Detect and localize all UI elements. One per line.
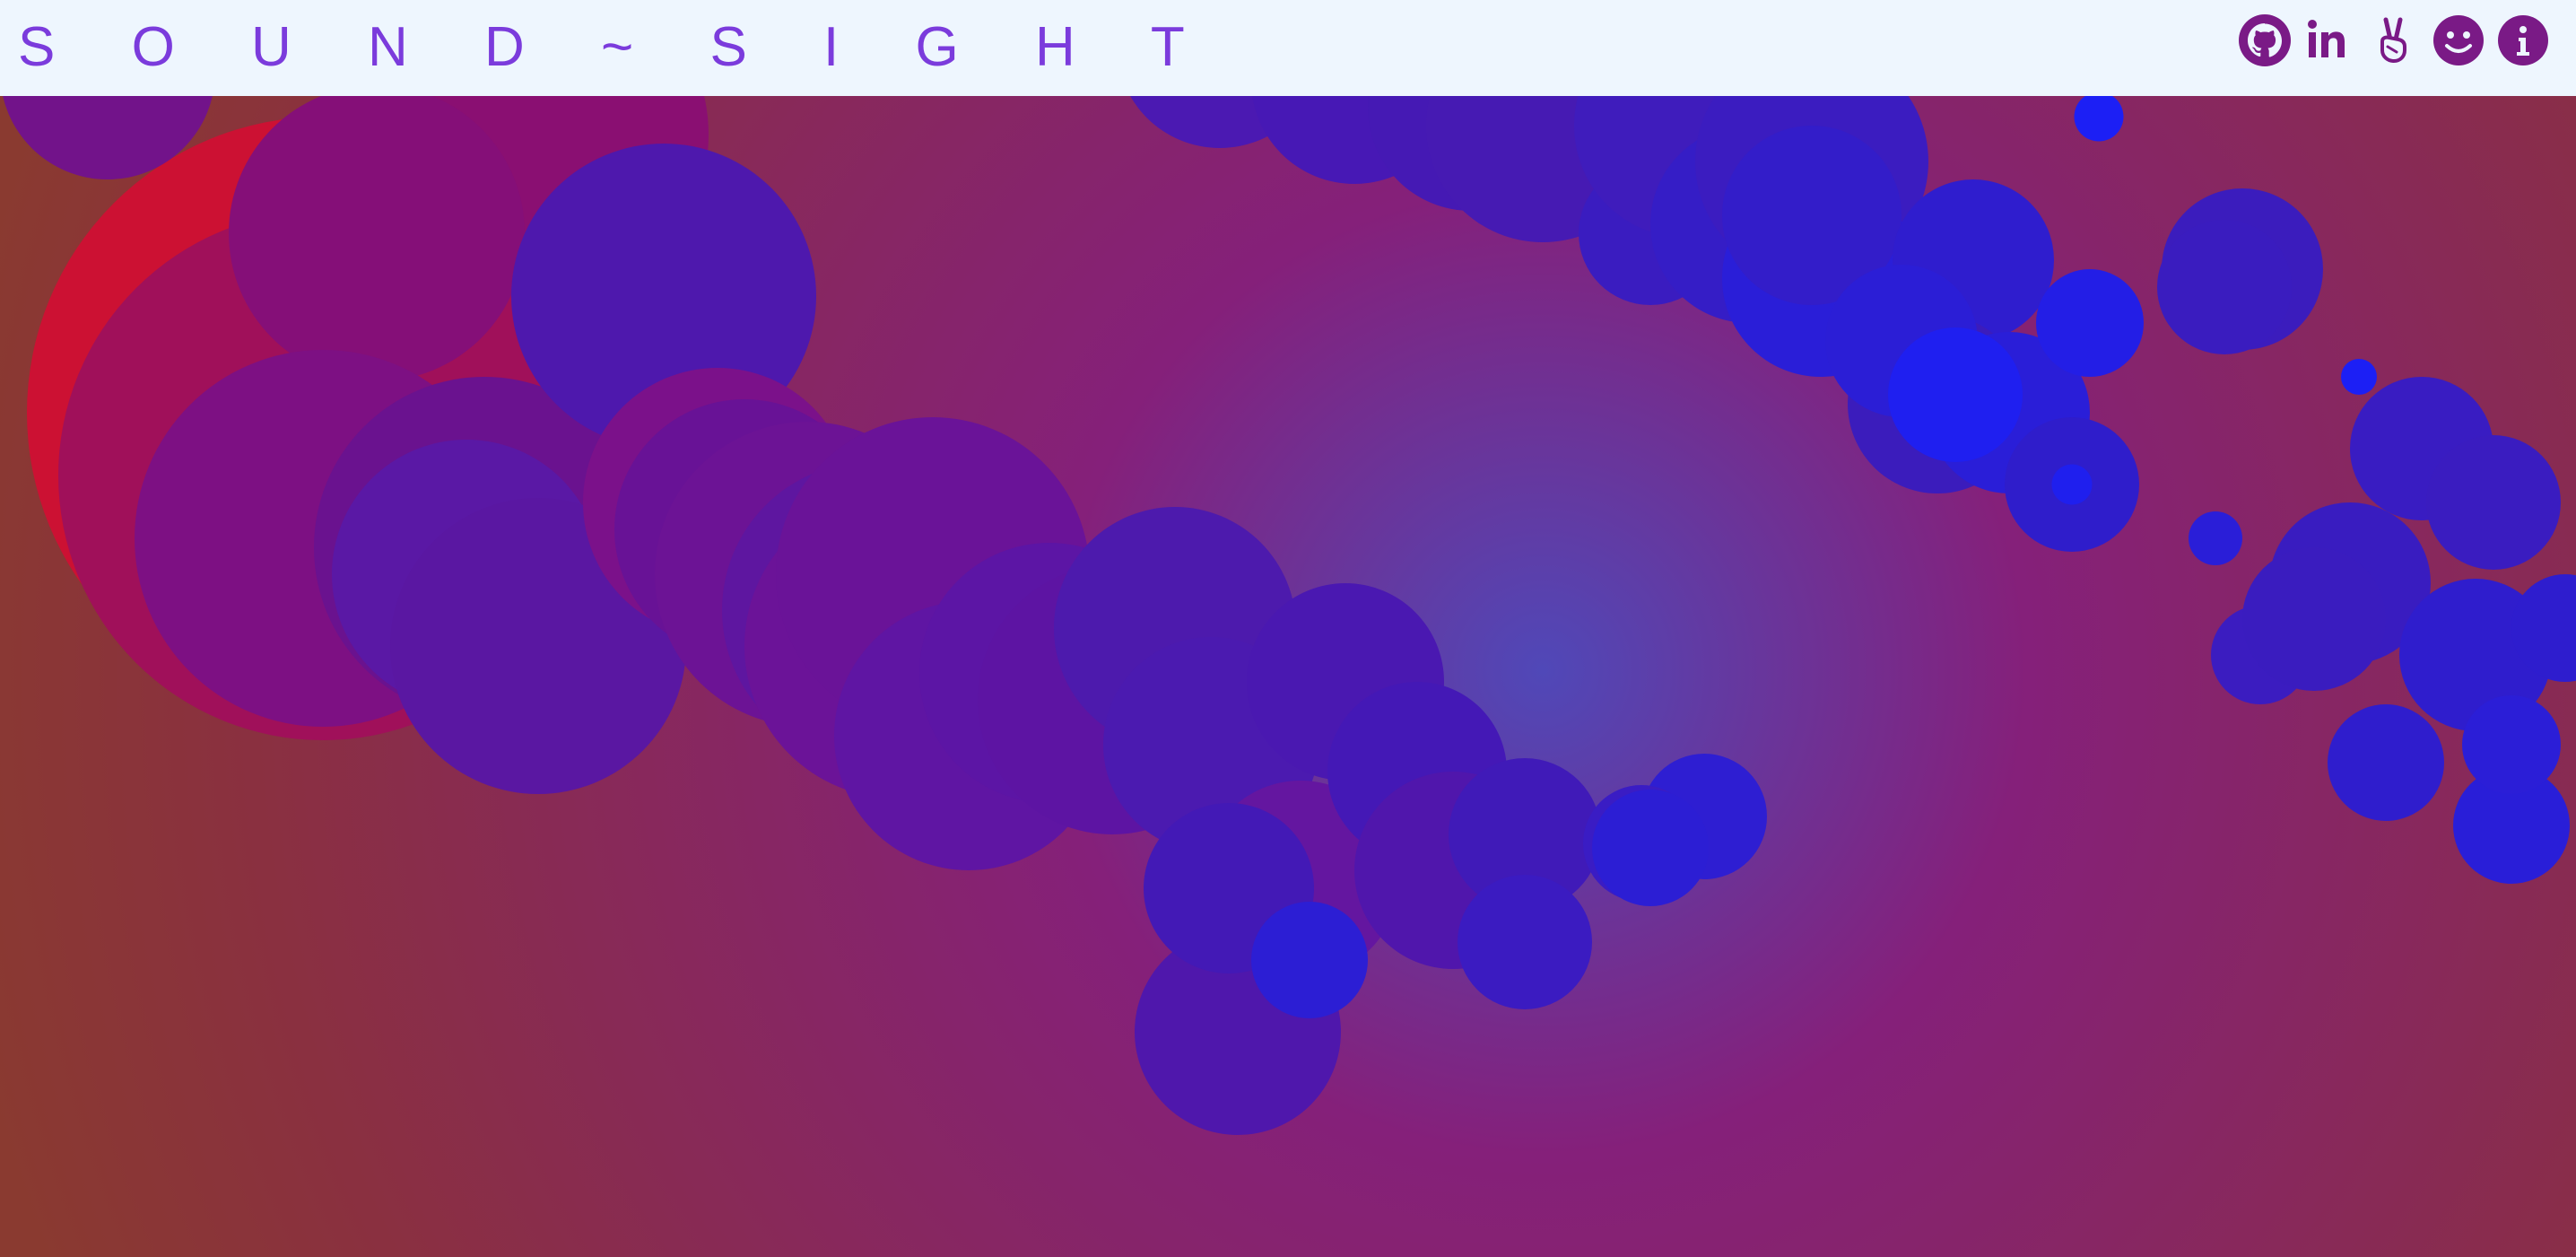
sound-circle	[2189, 511, 2242, 565]
github-icon[interactable]	[2239, 14, 2291, 66]
sound-circle	[2341, 359, 2377, 395]
sound-circle	[1888, 327, 2023, 462]
visualization-svg	[0, 96, 2576, 1257]
sound-circle	[229, 96, 525, 381]
smiley-icon[interactable]	[2432, 14, 2485, 66]
sound-circle	[2242, 547, 2386, 691]
app-header: S O U N D ~ S I G H T	[0, 0, 2576, 96]
visualization-canvas[interactable]	[0, 96, 2576, 1257]
sound-circle	[1251, 902, 1368, 1018]
header-icons	[2239, 14, 2549, 66]
sound-circle	[2328, 704, 2444, 821]
sound-circle	[2426, 435, 2561, 570]
peace-hand-icon[interactable]	[2368, 14, 2420, 66]
sound-circle	[2036, 269, 2144, 377]
sound-circle	[2157, 220, 2292, 354]
sound-circle	[2462, 695, 2561, 794]
info-icon[interactable]	[2497, 14, 2549, 66]
app-title: S O U N D ~ S I G H T	[18, 16, 1215, 78]
linkedin-icon[interactable]	[2303, 14, 2355, 66]
sound-circle	[1592, 790, 1709, 906]
sound-circle	[1458, 875, 1592, 1009]
sound-circle	[2051, 464, 2093, 505]
